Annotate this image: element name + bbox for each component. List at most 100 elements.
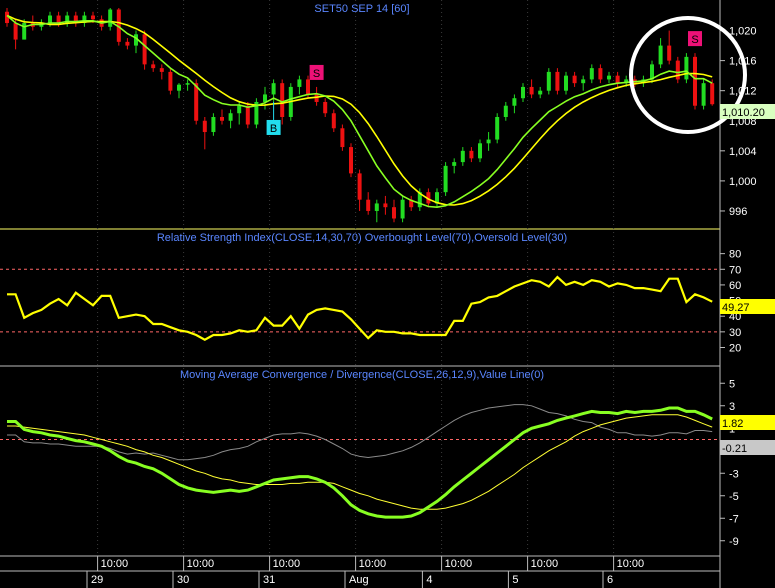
price-tick-label: 1,020 xyxy=(729,26,757,38)
signal-marker-label: S xyxy=(313,68,320,80)
time-label: 10:00 xyxy=(531,558,559,570)
signal-marker-label: B xyxy=(270,123,277,135)
date-label: 30 xyxy=(177,574,189,586)
candle-up xyxy=(452,162,457,166)
candle-down xyxy=(383,203,388,208)
candle-up xyxy=(538,90,543,95)
candle-down xyxy=(168,71,173,91)
macd-tick-label: -3 xyxy=(729,468,739,480)
candle-up xyxy=(185,83,190,85)
candle-down xyxy=(91,15,95,20)
macd-pane-title: Moving Average Convergence / Divergence(… xyxy=(180,369,544,381)
candle-up xyxy=(228,113,233,121)
candle-down xyxy=(13,23,18,40)
candle-down xyxy=(220,117,224,121)
rsi-tick-label: 30 xyxy=(729,327,741,339)
candle-down xyxy=(366,199,371,211)
candle-down xyxy=(555,71,560,91)
price-tick-label: 1,004 xyxy=(729,146,757,158)
price-pane-title: SET50 SEP 14 [60] xyxy=(314,3,409,15)
candle-up xyxy=(177,84,181,91)
candle-down xyxy=(314,94,319,102)
candle-down xyxy=(572,75,577,84)
candle-up xyxy=(546,71,551,91)
chart-background xyxy=(0,0,775,588)
candle-down xyxy=(469,150,474,159)
macd-tick-label: 3 xyxy=(729,401,735,413)
macd-tick-label: -9 xyxy=(729,536,739,548)
candle-up xyxy=(607,75,611,80)
candle-up xyxy=(263,94,267,102)
time-label: 10:00 xyxy=(359,558,387,570)
candle-up xyxy=(486,139,491,144)
macd-tick-label: 5 xyxy=(729,378,735,390)
date-label: 4 xyxy=(426,574,432,586)
candle-down xyxy=(280,83,285,117)
rsi-tick-label: 20 xyxy=(729,342,741,354)
candle-up xyxy=(658,45,663,65)
date-label: 5 xyxy=(512,574,518,586)
macd-tick-label: -7 xyxy=(729,513,739,525)
candle-up xyxy=(589,68,594,80)
candle-down xyxy=(151,64,156,69)
candle-up xyxy=(271,83,276,95)
rsi-pane-title: Relative Strength Index(CLOSE,14,30,70) … xyxy=(157,232,567,244)
candle-up xyxy=(564,75,568,91)
candle-down xyxy=(598,68,603,80)
candle-up xyxy=(521,86,525,99)
candle-down xyxy=(245,105,250,125)
candle-down xyxy=(340,128,345,148)
candle-up xyxy=(48,15,52,24)
candle-down xyxy=(202,120,207,133)
date-label: 6 xyxy=(607,574,613,586)
candle-up xyxy=(237,105,242,114)
rsi-last-value: 49.27 xyxy=(722,302,750,314)
macd-tick-label: -5 xyxy=(729,491,739,503)
rsi-tick-label: 60 xyxy=(729,280,741,292)
candle-down xyxy=(306,79,310,95)
candle-down xyxy=(125,41,130,46)
candle-down xyxy=(331,113,336,129)
candle-up xyxy=(374,203,379,211)
trading-chart: 1,0201,0161,0121,0081,0041,0009968070605… xyxy=(0,0,775,588)
candle-down xyxy=(56,15,61,24)
candle-up xyxy=(400,199,405,219)
candle-up xyxy=(512,98,517,106)
candle-up xyxy=(108,9,113,27)
candle-up xyxy=(581,79,586,84)
candle-down xyxy=(693,56,697,106)
time-label: 10:00 xyxy=(273,558,301,570)
price-last-value: 1,010.20 xyxy=(722,107,765,119)
candle-up xyxy=(211,117,216,133)
date-label: 31 xyxy=(263,574,275,586)
candle-up xyxy=(701,83,706,106)
macd-last-value: 1.82 xyxy=(722,418,743,430)
price-tick-label: 1,000 xyxy=(729,176,757,188)
date-label: 29 xyxy=(91,574,103,586)
candle-up xyxy=(503,105,508,117)
price-tick-label: 996 xyxy=(729,206,747,218)
candle-up xyxy=(495,117,500,140)
candle-up xyxy=(297,79,302,87)
time-label: 10:00 xyxy=(101,558,129,570)
candle-up xyxy=(443,165,448,193)
candle-up xyxy=(460,150,465,163)
time-label: 10:00 xyxy=(617,558,645,570)
candle-down xyxy=(392,207,396,219)
rsi-tick-label: 80 xyxy=(729,249,741,261)
candle-up xyxy=(684,56,689,80)
candle-up xyxy=(478,143,482,159)
candle-down xyxy=(615,75,620,84)
candle-down xyxy=(667,45,672,61)
rsi-tick-label: 70 xyxy=(729,264,741,276)
candle-down xyxy=(529,86,534,95)
candle-down xyxy=(142,34,147,65)
time-label: 10:00 xyxy=(187,558,215,570)
candle-down xyxy=(357,173,362,200)
candle-down xyxy=(323,101,328,114)
signal-marker-label: S xyxy=(691,34,698,46)
candle-down xyxy=(349,147,353,174)
candle-down xyxy=(159,68,164,72)
signal-last-value: -0.21 xyxy=(722,443,747,455)
time-label: 10:00 xyxy=(445,558,473,570)
